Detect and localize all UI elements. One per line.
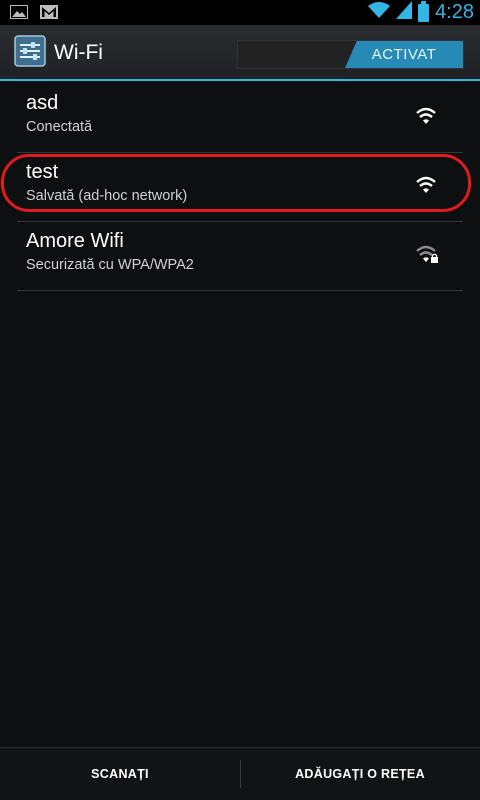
network-list: asd Conectată test Salvată (ad-hoc netwo… — [17, 84, 463, 291]
bottom-bar: SCANAȚI ADĂUGAȚI O REȚEA — [0, 747, 480, 800]
action-bar: Wi-Fi ACTIVAT — [0, 25, 480, 81]
wifi-full-icon — [415, 173, 437, 195]
network-item[interactable]: asd Conectată — [17, 84, 463, 153]
page-title: Wi-Fi — [54, 41, 103, 64]
status-bar: 4:28 — [0, 0, 480, 25]
wifi-full-icon — [415, 104, 437, 126]
settings-app-icon[interactable] — [14, 35, 46, 67]
network-item[interactable]: Amore Wifi Securizată cu WPA/WPA2 — [17, 222, 463, 291]
battery-icon — [418, 0, 430, 22]
network-name: asd — [26, 92, 59, 114]
scan-button[interactable]: SCANAȚI — [0, 748, 240, 800]
wifi-locked-icon — [415, 242, 438, 264]
add-network-button[interactable]: ADĂUGAȚI O REȚEA — [240, 748, 480, 800]
network-status: Salvată (ad-hoc network) — [26, 188, 188, 204]
wifi-toggle[interactable]: ACTIVAT — [237, 40, 464, 69]
network-name: test — [26, 161, 59, 183]
network-name: Amore Wifi — [26, 230, 124, 252]
signal-icon — [396, 1, 413, 24]
clock: 4:28 — [435, 1, 474, 23]
gmail-icon — [40, 5, 58, 24]
toggle-on-label: ACTIVAT — [345, 41, 463, 68]
wifi-icon — [368, 1, 391, 24]
network-status: Securizată cu WPA/WPA2 — [26, 257, 194, 273]
gallery-icon — [10, 5, 28, 24]
network-status: Conectată — [26, 119, 93, 135]
network-item[interactable]: test Salvată (ad-hoc network) — [17, 153, 463, 222]
